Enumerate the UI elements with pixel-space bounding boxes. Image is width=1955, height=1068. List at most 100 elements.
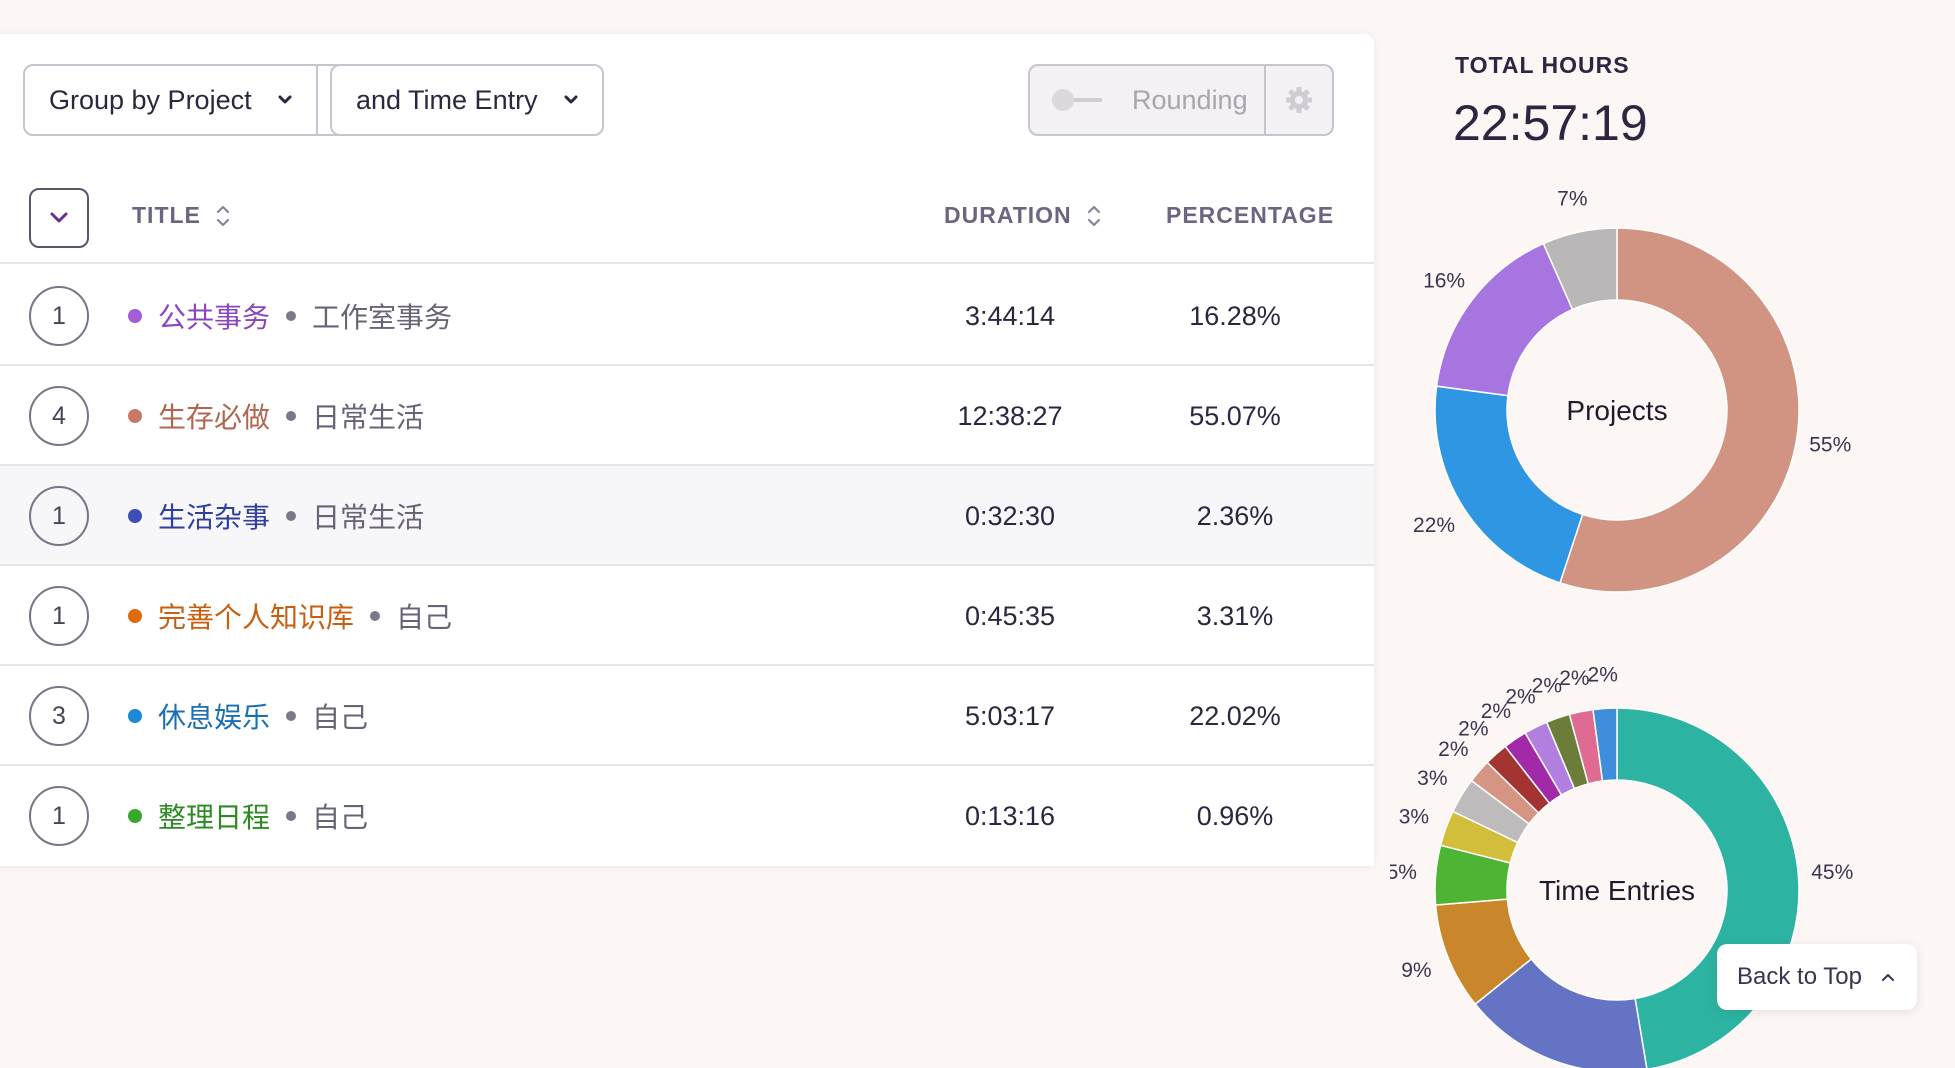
pie-slice[interactable] xyxy=(1434,385,1584,584)
toggle-knob xyxy=(1052,89,1074,111)
table-row[interactable]: 1 整理日程 自己 0:13:16 0.96% xyxy=(0,766,1374,866)
entry-count-badge[interactable]: 1 xyxy=(29,286,89,346)
project-name: 完善个人知识库 xyxy=(158,602,355,633)
row-percentage: 55.07% xyxy=(1189,400,1281,431)
slice-label: 16% xyxy=(1423,270,1465,293)
separator-dot xyxy=(286,711,297,721)
slice-label: 45% xyxy=(1811,861,1853,884)
slice-label: 3% xyxy=(1399,805,1429,828)
project-name: 生活杂事 xyxy=(158,502,271,533)
separator-dot xyxy=(370,611,381,621)
row-duration: 0:45:35 xyxy=(964,600,1056,631)
project-color-dot xyxy=(128,409,142,423)
table-row[interactable]: 4 生存必做 日常生活 12:38:27 55.07% xyxy=(0,366,1374,466)
title-header-label: TITLE xyxy=(132,202,201,228)
gear-icon xyxy=(1286,87,1312,113)
table-row[interactable]: 3 休息娱乐 自己 5:03:17 22.02% xyxy=(0,666,1374,766)
back-to-top-label: Back to Top xyxy=(1737,963,1862,990)
row-percentage: 0.96% xyxy=(1196,800,1274,831)
row-title: 生活杂事 日常生活 xyxy=(128,466,424,566)
separator-dot xyxy=(286,311,297,321)
row-title: 整理日程 自己 xyxy=(128,766,368,866)
project-name: 生存必做 xyxy=(158,402,271,433)
project-color-dot xyxy=(128,509,142,523)
row-percentage: 3.31% xyxy=(1196,600,1274,631)
row-percentage: 22.02% xyxy=(1189,700,1281,731)
row-duration: 0:13:16 xyxy=(964,800,1056,831)
duration-header-label: DURATION xyxy=(944,202,1072,228)
project-name: 休息娱乐 xyxy=(158,702,271,733)
client-name: 工作室事务 xyxy=(312,302,453,333)
row-title: 完善个人知识库 自己 xyxy=(128,566,452,666)
slice-label: 9% xyxy=(1401,959,1431,982)
chevron-down-icon xyxy=(50,212,68,223)
title-column-header[interactable]: TITLE xyxy=(132,202,231,229)
back-to-top-button[interactable]: Back to Top xyxy=(1717,944,1917,1010)
slice-label: 3% xyxy=(1417,767,1447,790)
row-duration: 0:32:30 xyxy=(964,500,1056,531)
client-name: 自己 xyxy=(396,602,453,633)
group-by-dropdown[interactable]: Group by Project xyxy=(25,66,316,134)
row-duration: 3:44:14 xyxy=(964,300,1056,331)
project-color-dot xyxy=(128,809,142,823)
chevron-down-icon xyxy=(564,95,578,104)
projects-donut-chart: 55% 22% 16% 7% Projects xyxy=(1413,188,1851,593)
row-title: 生存必做 日常生活 xyxy=(128,366,424,466)
pie-slice[interactable] xyxy=(1435,242,1574,397)
sub-group-dropdown[interactable]: and Time Entry xyxy=(332,66,602,134)
separator-dot xyxy=(286,411,297,421)
percentage-header-label: PERCENTAGE xyxy=(1166,202,1335,228)
rounding-toggle[interactable] xyxy=(1052,89,1108,111)
separator-dot xyxy=(286,511,297,521)
row-duration: 12:38:27 xyxy=(957,400,1063,431)
entry-count-badge[interactable]: 4 xyxy=(29,386,89,446)
row-title: 公共事务 工作室事务 xyxy=(128,266,452,366)
percentage-column-header: PERCENTAGE xyxy=(1166,202,1334,229)
slice-label: 2% xyxy=(1559,667,1589,690)
client-name: 日常生活 xyxy=(312,402,425,433)
table-row[interactable]: 1 生活杂事 日常生活 0:32:30 2.36% xyxy=(0,466,1374,566)
entry-count-badge[interactable]: 1 xyxy=(29,486,89,546)
report-panel: Group by Project and Time Entry Rounding xyxy=(0,34,1374,866)
total-hours-label: TOTAL HOURS xyxy=(1455,52,1630,78)
project-color-dot xyxy=(128,309,142,323)
table-row[interactable]: 1 完善个人知识库 自己 0:45:35 3.31% xyxy=(0,566,1374,666)
project-name: 整理日程 xyxy=(158,802,271,833)
entry-count-badge[interactable]: 1 xyxy=(29,786,89,846)
slice-label: 2% xyxy=(1438,738,1468,761)
collapse-all-button[interactable] xyxy=(29,188,89,248)
table-row[interactable]: 1 公共事务 工作室事务 3:44:14 16.28% xyxy=(0,266,1374,366)
rounding-label: Rounding xyxy=(1132,84,1248,115)
chevron-down-icon xyxy=(278,95,292,104)
client-name: 日常生活 xyxy=(312,502,425,533)
row-duration: 5:03:17 xyxy=(964,700,1056,731)
donut-center-label: Time Entries xyxy=(1539,875,1695,906)
separator-dot xyxy=(286,811,297,821)
sub-group-control: and Time Entry xyxy=(330,64,604,136)
client-name: 自己 xyxy=(312,802,369,833)
sort-icon xyxy=(1087,205,1100,226)
donut-center-label: Projects xyxy=(1566,395,1667,426)
rounding-control: Rounding xyxy=(1028,64,1334,136)
project-color-dot xyxy=(128,609,142,623)
sub-group-label: and Time Entry xyxy=(356,84,538,115)
group-by-label: Group by Project xyxy=(49,84,252,115)
slice-label: 22% xyxy=(1413,514,1455,537)
duration-column-header[interactable]: DURATION xyxy=(944,202,1102,229)
slice-label: 55% xyxy=(1809,433,1851,456)
row-percentage: 16.28% xyxy=(1189,300,1281,331)
entry-count-badge[interactable]: 1 xyxy=(29,586,89,646)
row-percentage: 2.36% xyxy=(1196,500,1274,531)
entry-count-badge[interactable]: 3 xyxy=(29,686,89,746)
slice-label: 2% xyxy=(1532,675,1562,698)
toolbar: Group by Project and Time Entry Rounding xyxy=(0,34,1374,184)
slice-label: 5% xyxy=(1390,861,1417,884)
slice-label: 2% xyxy=(1588,663,1618,686)
rounding-settings-button[interactable] xyxy=(1264,66,1332,134)
slice-label: 7% xyxy=(1557,188,1587,211)
total-hours-value: 22:57:19 xyxy=(1453,95,1648,151)
client-name: 自己 xyxy=(312,702,369,733)
project-name: 公共事务 xyxy=(158,302,271,333)
row-title: 休息娱乐 自己 xyxy=(128,666,368,766)
sort-icon xyxy=(216,205,229,226)
